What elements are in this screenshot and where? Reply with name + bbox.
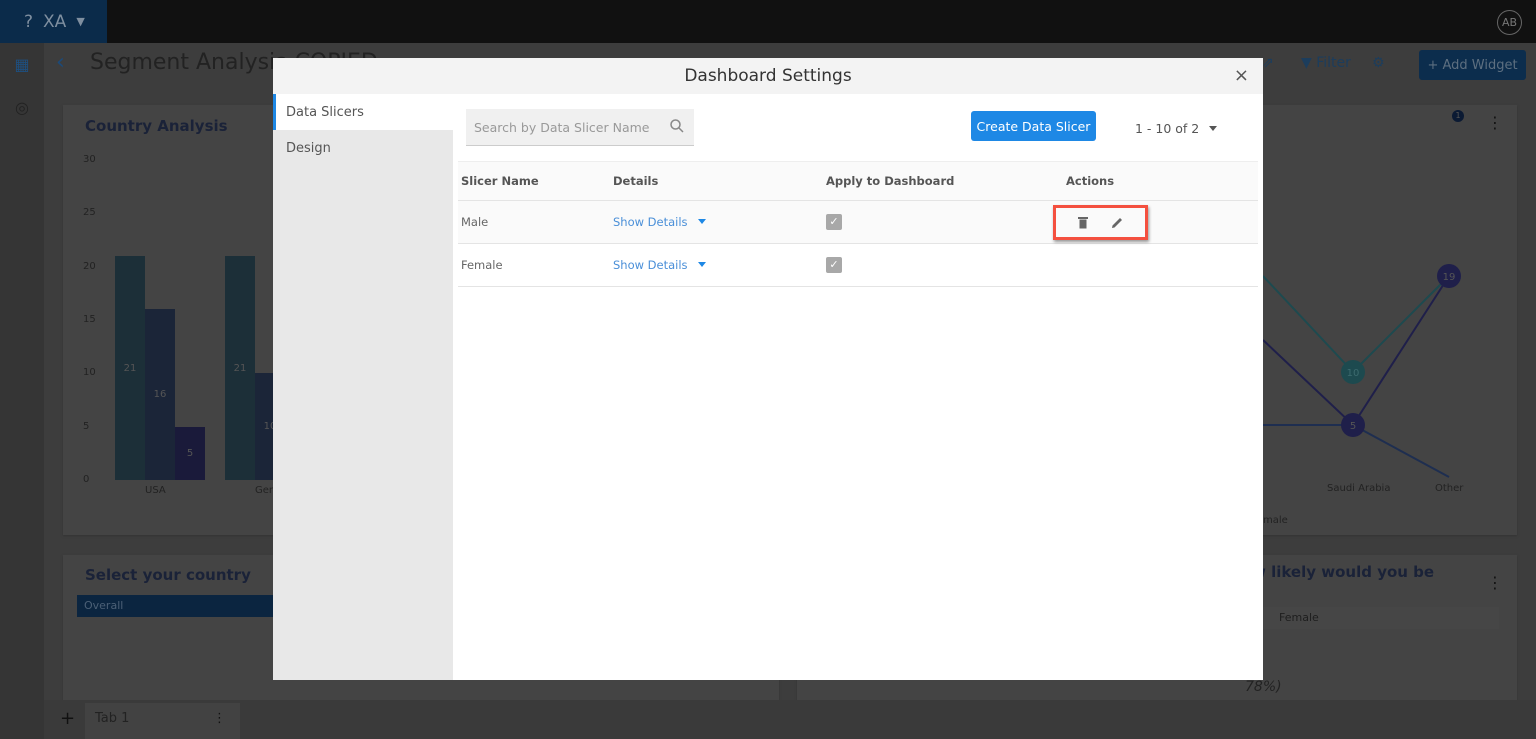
brand-label: XA (43, 11, 67, 32)
more-icon[interactable]: ⋮ (1487, 113, 1503, 132)
table-row: Female Show Details ✓ (458, 243, 1258, 287)
dashboard-icon[interactable]: ▦ (12, 55, 32, 75)
avatar[interactable]: AB (1497, 10, 1522, 35)
tab-1[interactable]: Tab 1 ⋮ (85, 703, 240, 739)
logo-icon: ? (24, 11, 34, 32)
legend-label: male (1263, 515, 1288, 526)
bar: 21 (115, 256, 145, 480)
more-icon[interactable]: ⋮ (213, 711, 226, 726)
bar: 16 (145, 309, 175, 480)
y-tick: 30 (83, 154, 96, 165)
col-apply: Apply to Dashboard (823, 161, 1063, 201)
col-actions: Actions (1063, 161, 1258, 201)
dialog-header: Dashboard Settings (273, 58, 1263, 94)
bar-chart: 05101520253021165USA2110Germ... (83, 154, 292, 496)
dialog-title: Dashboard Settings (684, 66, 852, 86)
sidebar-item-design[interactable]: Design (273, 130, 453, 166)
series-line (1263, 275, 1450, 427)
line-chart: 10 5 19 (1263, 264, 1461, 478)
gear-icon[interactable]: ⚙ (1372, 55, 1385, 71)
y-tick: 0 (83, 474, 90, 485)
y-tick: 25 (83, 207, 96, 219)
data-label: 21 (233, 362, 247, 374)
add-widget-button[interactable]: + Add Widget (1419, 50, 1526, 80)
chevron-down-icon (1209, 126, 1218, 131)
data-label: 5 (1350, 421, 1356, 432)
x-tick: USA (145, 485, 166, 496)
data-label: 5 (186, 447, 194, 459)
delete-icon[interactable] (1077, 216, 1089, 229)
table-header: Slicer Name Details Apply to Dashboard A… (458, 161, 1258, 201)
data-label: 19 (1443, 272, 1456, 283)
show-details-link[interactable]: Show Details (613, 215, 688, 229)
card-title: Country Analysis (85, 117, 228, 135)
search-icon (670, 119, 684, 133)
back-icon[interactable]: ‹ (56, 50, 65, 75)
apply-checkbox[interactable]: ✓ (826, 214, 842, 230)
data-label: 21 (123, 362, 137, 374)
pagination-select[interactable]: 1 - 10 of 2 (1135, 121, 1218, 136)
dashboard-settings-dialog: Dashboard Settings × Data Slicers Design… (273, 58, 1263, 680)
card-title: w likely would you be (1252, 563, 1435, 581)
tab-bar: + (44, 700, 1536, 739)
create-data-slicer-button[interactable]: Create Data Slicer (971, 111, 1096, 141)
y-tick: 15 (83, 314, 96, 325)
share-icon[interactable]: ⇗ (1262, 55, 1274, 71)
series-line (1263, 275, 1450, 374)
bar: 21 (225, 256, 255, 480)
bar: 5 (175, 426, 205, 480)
chevron-down-icon: ▼ (76, 15, 85, 28)
y-tick: 20 (83, 260, 96, 272)
settings-sidebar: Data Slicers Design (273, 94, 453, 680)
apply-checkbox[interactable]: ✓ (826, 257, 842, 273)
pager-label: 1 - 10 of 2 (1135, 121, 1200, 136)
row-actions-highlight (1053, 205, 1148, 240)
sidebar-item-data-slicers[interactable]: Data Slicers (273, 94, 453, 130)
tab-label: Tab 1 (95, 711, 130, 726)
search-input[interactable]: Search by Data Slicer Name (466, 109, 694, 146)
show-details-toggle[interactable]: Show Details (610, 200, 823, 244)
slicer-name: Female (458, 243, 610, 287)
card-title: Select your country (85, 566, 251, 584)
col-slicer-name: Slicer Name (458, 161, 610, 201)
filter-label: Filter (1316, 55, 1351, 71)
show-details-link[interactable]: Show Details (613, 258, 688, 272)
slicer-name: Male (458, 200, 610, 244)
caret-down-icon (697, 219, 706, 224)
add-tab-button[interactable]: + (60, 708, 75, 729)
filter-button[interactable]: ▼ Filter (1301, 55, 1351, 71)
caret-down-icon (697, 262, 706, 267)
focus-icon[interactable]: ◎ (12, 98, 32, 118)
y-tick: 5 (83, 420, 90, 432)
percent-label: 78%) (1245, 679, 1282, 695)
show-details-toggle[interactable]: Show Details (610, 243, 823, 287)
tab-female[interactable]: Female (1263, 607, 1499, 629)
y-tick: 10 (83, 367, 96, 379)
edit-icon[interactable] (1111, 216, 1124, 229)
notification-badge: 1 (1452, 110, 1464, 122)
top-bar (0, 0, 1536, 43)
data-label: 10 (1347, 368, 1360, 379)
left-nav: ▦ ◎ (0, 43, 44, 739)
app-switcher[interactable]: ? XA ▼ (0, 0, 107, 43)
close-icon[interactable]: × (1234, 58, 1249, 94)
data-label: 16 (153, 389, 167, 401)
more-icon[interactable]: ⋮ (1487, 573, 1503, 592)
col-details: Details (610, 161, 823, 201)
